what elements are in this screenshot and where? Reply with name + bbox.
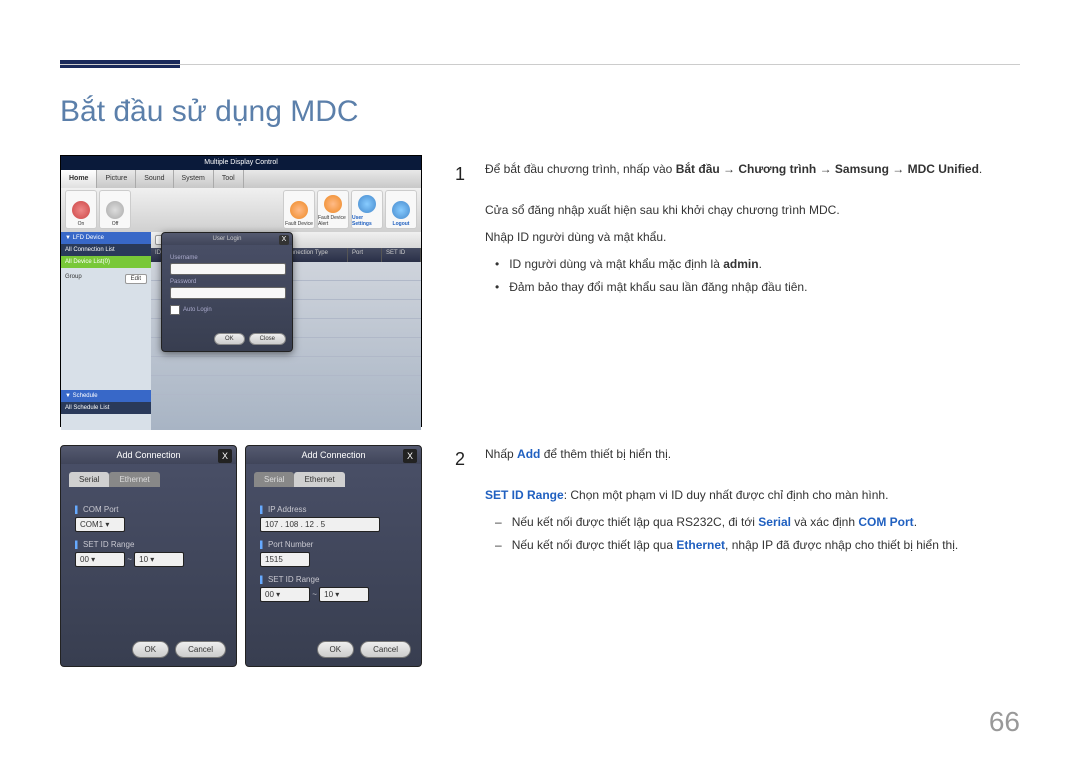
setid-range-label: SET ID Range	[75, 540, 222, 549]
fault-device-button[interactable]: Fault Device	[283, 190, 315, 229]
step1-bullet2: • Đảm bảo thay đổi mật khẩu sau lần đăng…	[495, 278, 1020, 297]
tab-serial[interactable]: Serial	[254, 472, 294, 487]
tab-home[interactable]: Home	[61, 170, 97, 188]
main-area: Add ID Connection Type Port SET ID	[151, 232, 421, 430]
tab-sound[interactable]: Sound	[136, 170, 173, 188]
step1-para1: Cửa sổ đăng nhập xuất hiện sau khi khởi …	[485, 201, 1020, 220]
com-port-label: COM Port	[75, 505, 222, 514]
table-row	[151, 376, 421, 395]
step-number-1: 1	[455, 160, 469, 189]
add-ethernet-title: Add Connection X	[246, 446, 421, 464]
ok-button[interactable]: OK	[132, 641, 170, 658]
sidebar-schedule-list[interactable]: All Schedule List	[61, 402, 151, 414]
step1-instructions: 1 Để bắt đầu chương trình, nhấp vào Bắt …	[455, 160, 1020, 304]
login-dialog-title: User Login X	[162, 233, 292, 245]
edit-button[interactable]: Edit	[125, 274, 147, 284]
close-icon[interactable]: X	[218, 449, 232, 463]
step1-text: Để bắt đầu chương trình, nhấp vào Bắt đầ…	[485, 160, 1020, 189]
username-input[interactable]	[170, 263, 286, 275]
col-port: Port	[348, 248, 382, 262]
step1-para2: Nhập ID người dùng và mật khẩu.	[485, 228, 1020, 247]
sidebar-device-header[interactable]: All Device List(0)	[61, 256, 151, 268]
close-icon[interactable]: X	[279, 235, 289, 245]
setid-to-select[interactable]: 10 ▾	[319, 587, 369, 602]
com-port-select[interactable]: COM1 ▾	[75, 517, 125, 532]
toolbar: On Off Fault Device Fault Device Alert U…	[61, 188, 421, 232]
step2-setid-para: SET ID Range: Chọn một phạm vi ID duy nh…	[485, 486, 1020, 505]
ip-address-input[interactable]: 107 . 108 . 12 . 5	[260, 517, 380, 532]
sidebar-schedule-header[interactable]: ▼ Schedule	[61, 390, 151, 402]
setid-from-select[interactable]: 00 ▾	[75, 552, 125, 567]
sidebar: ▼ LFD Device All Connection List All Dev…	[61, 232, 151, 430]
setid-range-label: SET ID Range	[260, 575, 407, 584]
on-button[interactable]: On	[65, 190, 97, 229]
step-number-2: 2	[455, 445, 469, 474]
window-titlebar: Multiple Display Control	[61, 156, 421, 170]
sidebar-lfd-header[interactable]: ▼ LFD Device	[61, 232, 151, 244]
header-rule	[60, 64, 1020, 65]
table-row	[151, 357, 421, 376]
close-icon[interactable]: X	[403, 449, 417, 463]
page-title: Bắt đầu sử dụng MDC	[60, 95, 359, 129]
dash-icon: ‒	[495, 536, 502, 555]
port-number-input[interactable]: 1515	[260, 552, 310, 567]
mdc-main-screenshot: Multiple Display Control Home Picture So…	[60, 155, 422, 427]
sidebar-conn-header[interactable]: All Connection List	[61, 244, 151, 256]
fault-alert-button[interactable]: Fault Device Alert	[317, 190, 349, 229]
password-label: Password	[170, 279, 284, 285]
checkbox-icon[interactable]	[170, 305, 180, 315]
tab-serial[interactable]: Serial	[69, 472, 109, 487]
logout-button[interactable]: Logout	[385, 190, 417, 229]
setid-to-select[interactable]: 10 ▾	[134, 552, 184, 567]
ok-button[interactable]: OK	[317, 641, 355, 658]
tab-picture[interactable]: Picture	[97, 170, 136, 188]
port-number-label: Port Number	[260, 540, 407, 549]
user-login-dialog: User Login X Username Password Auto Logi…	[161, 232, 293, 352]
add-serial-title: Add Connection X	[61, 446, 236, 464]
setid-from-select[interactable]: 00 ▾	[260, 587, 310, 602]
sidebar-group-row: Group Edit	[61, 268, 151, 290]
bullet-icon: •	[495, 278, 499, 297]
login-close-button[interactable]: Close	[249, 333, 286, 345]
username-label: Username	[170, 255, 284, 261]
bullet-icon: •	[495, 255, 499, 274]
step2-dash2: ‒ Nếu kết nối được thiết lập qua Etherne…	[495, 536, 1020, 555]
cancel-button[interactable]: Cancel	[175, 641, 226, 658]
group-label: Group	[65, 274, 82, 284]
tab-ethernet[interactable]: Ethernet	[294, 472, 344, 487]
login-ok-button[interactable]: OK	[214, 333, 245, 345]
tab-system[interactable]: System	[174, 170, 214, 188]
step1-bullet1: • ID người dùng và mật khẩu mặc định là …	[495, 255, 1020, 274]
cancel-button[interactable]: Cancel	[360, 641, 411, 658]
add-connection-ethernet-screenshot: Add Connection X Serial Ethernet IP Addr…	[245, 445, 420, 665]
auto-login-check[interactable]: Auto Login	[170, 305, 284, 315]
step2-text: Nhấp Add để thêm thiết bị hiển thị.	[485, 445, 1020, 474]
step2-dash1: ‒ Nếu kết nối được thiết lập qua RS232C,…	[495, 513, 1020, 532]
dash-icon: ‒	[495, 513, 502, 532]
step2-instructions: 2 Nhấp Add để thêm thiết bị hiển thị. SE…	[455, 445, 1020, 561]
tab-tool[interactable]: Tool	[214, 170, 244, 188]
ip-address-label: IP Address	[260, 505, 407, 514]
off-button[interactable]: Off	[99, 190, 131, 229]
add-connection-serial-screenshot: Add Connection X Serial Ethernet COM Por…	[60, 445, 235, 665]
tab-ethernet[interactable]: Ethernet	[109, 472, 159, 487]
page-number: 66	[989, 706, 1020, 738]
col-setid: SET ID	[382, 248, 421, 262]
user-settings-button[interactable]: User Settings	[351, 190, 383, 229]
main-tabs: Home Picture Sound System Tool	[61, 170, 421, 188]
password-input[interactable]	[170, 287, 286, 299]
